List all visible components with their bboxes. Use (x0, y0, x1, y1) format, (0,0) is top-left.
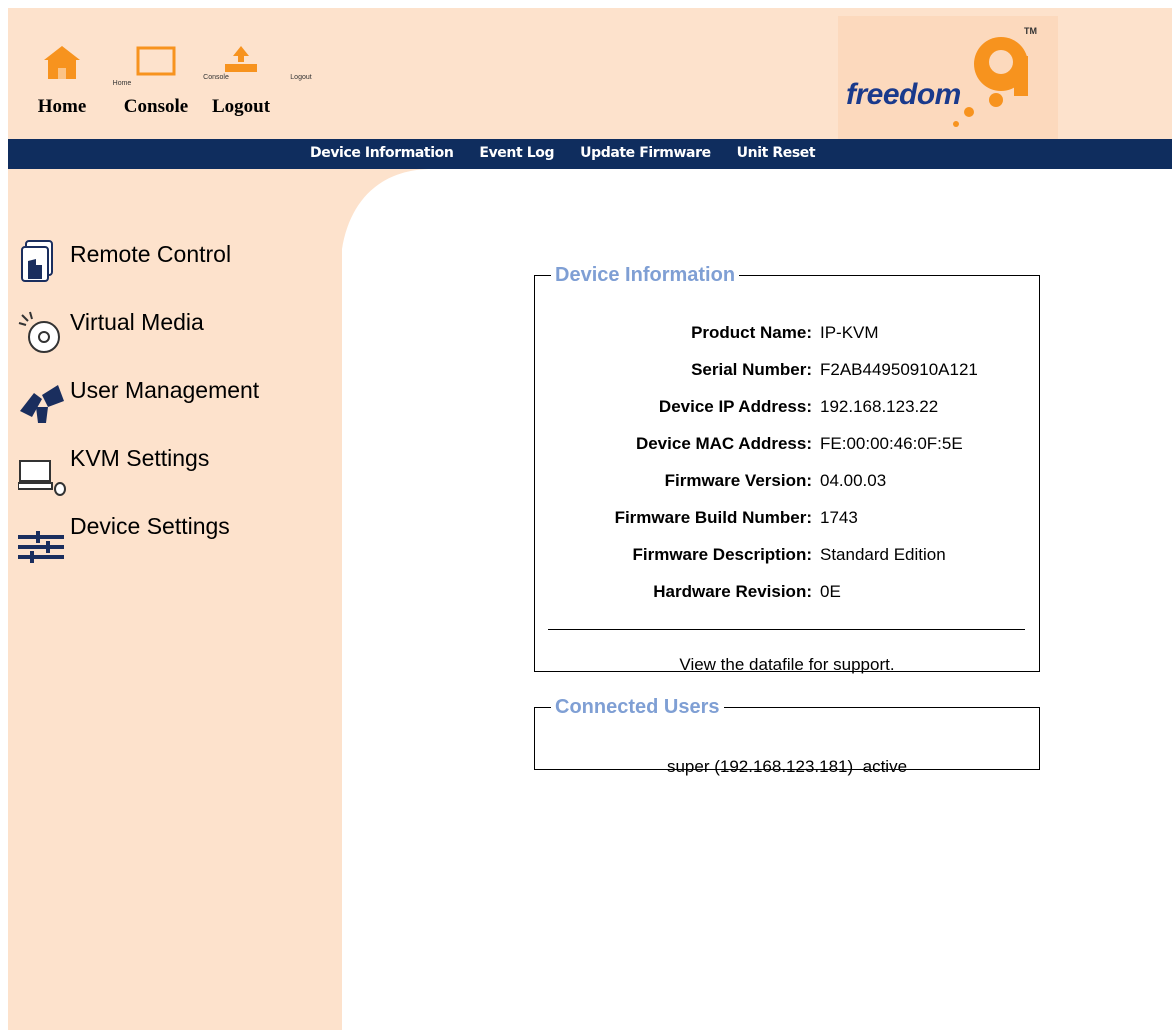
logout-icon: Logout (211, 44, 312, 92)
firmware-build-key: Firmware Build Number: (614, 508, 812, 527)
user-management-icon (18, 381, 66, 430)
page: Home Home Console Console Logout Logout … (0, 0, 1172, 1030)
info-row: Firmware Description: Standard Edition (535, 545, 1039, 575)
kvm-settings-icon (17, 457, 66, 502)
home-label: Home (37, 96, 87, 117)
serial-number-value: F2AB44950910A121 (820, 360, 978, 379)
home-button[interactable]: Home Home (30, 44, 131, 118)
serial-number-key: Serial Number: (691, 360, 812, 379)
toolbar: Home Home Console Console Logout Logout (30, 44, 312, 118)
divider (548, 629, 1025, 630)
logo-text: freedom (846, 78, 961, 111)
product-name-value: IP-KVM (820, 323, 879, 342)
device-ip-value: 192.168.123.22 (820, 397, 939, 416)
sidebar-item-label: Virtual Media (70, 309, 204, 335)
menu-unit-reset[interactable]: Unit Reset (737, 145, 816, 161)
sidebar-item-label: Remote Control (70, 241, 232, 267)
menu-device-information[interactable]: Device Information (310, 145, 454, 161)
device-ip-key: Device IP Address: (658, 397, 812, 416)
info-row: Hardware Revision: 0E (535, 582, 1039, 612)
connected-user-entry: super (192.168.123.181) active (666, 757, 908, 776)
info-row: Device IP Address: 192.168.123.22 (535, 397, 1039, 427)
info-row: Serial Number: F2AB44950910A121 (535, 360, 1039, 390)
view-datafile-link[interactable]: View the datafile for support. (535, 655, 1039, 675)
connected-users-legend: Connected Users (555, 696, 720, 718)
info-row: Product Name: IP-KVM (535, 323, 1039, 353)
sidebar-item-label: Device Settings (70, 513, 230, 539)
firmware-build-value: 1743 (820, 508, 858, 527)
hardware-revision-key: Hardware Revision: (653, 582, 812, 601)
hardware-revision-value: 0E (820, 582, 841, 601)
remote-control-icon (18, 239, 58, 288)
console-icon: Console (126, 44, 229, 92)
firmware-description-key: Firmware Description: (632, 545, 813, 564)
device-information-panel: Device Information Product Name: IP-KVM … (534, 264, 1040, 675)
info-row: Firmware Version: 04.00.03 (535, 471, 1039, 501)
firmware-version-key: Firmware Version: (664, 471, 812, 490)
logout-label: Logout (211, 96, 271, 117)
menu-update-firmware[interactable]: Update Firmware (580, 145, 711, 161)
freedom9-logo: freedom TM (838, 16, 1058, 142)
sidebar: Remote Control Virtual Media User Manage… (8, 169, 342, 1030)
logout-button[interactable]: Logout Logout (206, 44, 312, 118)
device-mac-key: Device MAC Address: (635, 434, 812, 453)
connected-users-panel: Connected Users super (192.168.123.181) … (534, 696, 1040, 776)
content-corner-curve (342, 169, 432, 249)
trademark-mark: TM (1024, 26, 1037, 36)
virtual-media-icon (18, 311, 64, 360)
sidebar-item-label: User Management (70, 377, 260, 403)
product-name-key: Product Name: (691, 323, 812, 342)
sidebar-item-label: KVM Settings (70, 445, 210, 471)
menu-event-log[interactable]: Event Log (479, 145, 554, 161)
device-settings-icon (18, 531, 66, 572)
device-mac-value: FE:00:00:46:0F:5E (820, 434, 963, 453)
console-label: Console (123, 96, 189, 117)
info-row: Device MAC Address: FE:00:00:46:0F:5E (535, 434, 1039, 464)
header-bar: Home Home Console Console Logout Logout … (8, 8, 1172, 142)
device-information-legend: Device Information (555, 264, 736, 286)
firmware-version-value: 04.00.03 (820, 471, 887, 490)
home-icon: Home (32, 44, 131, 92)
menu-bar: Device Information Event Log Update Firm… (8, 139, 1172, 169)
firmware-description-value: Standard Edition (820, 545, 946, 564)
info-row: Firmware Build Number: 1743 (535, 508, 1039, 538)
